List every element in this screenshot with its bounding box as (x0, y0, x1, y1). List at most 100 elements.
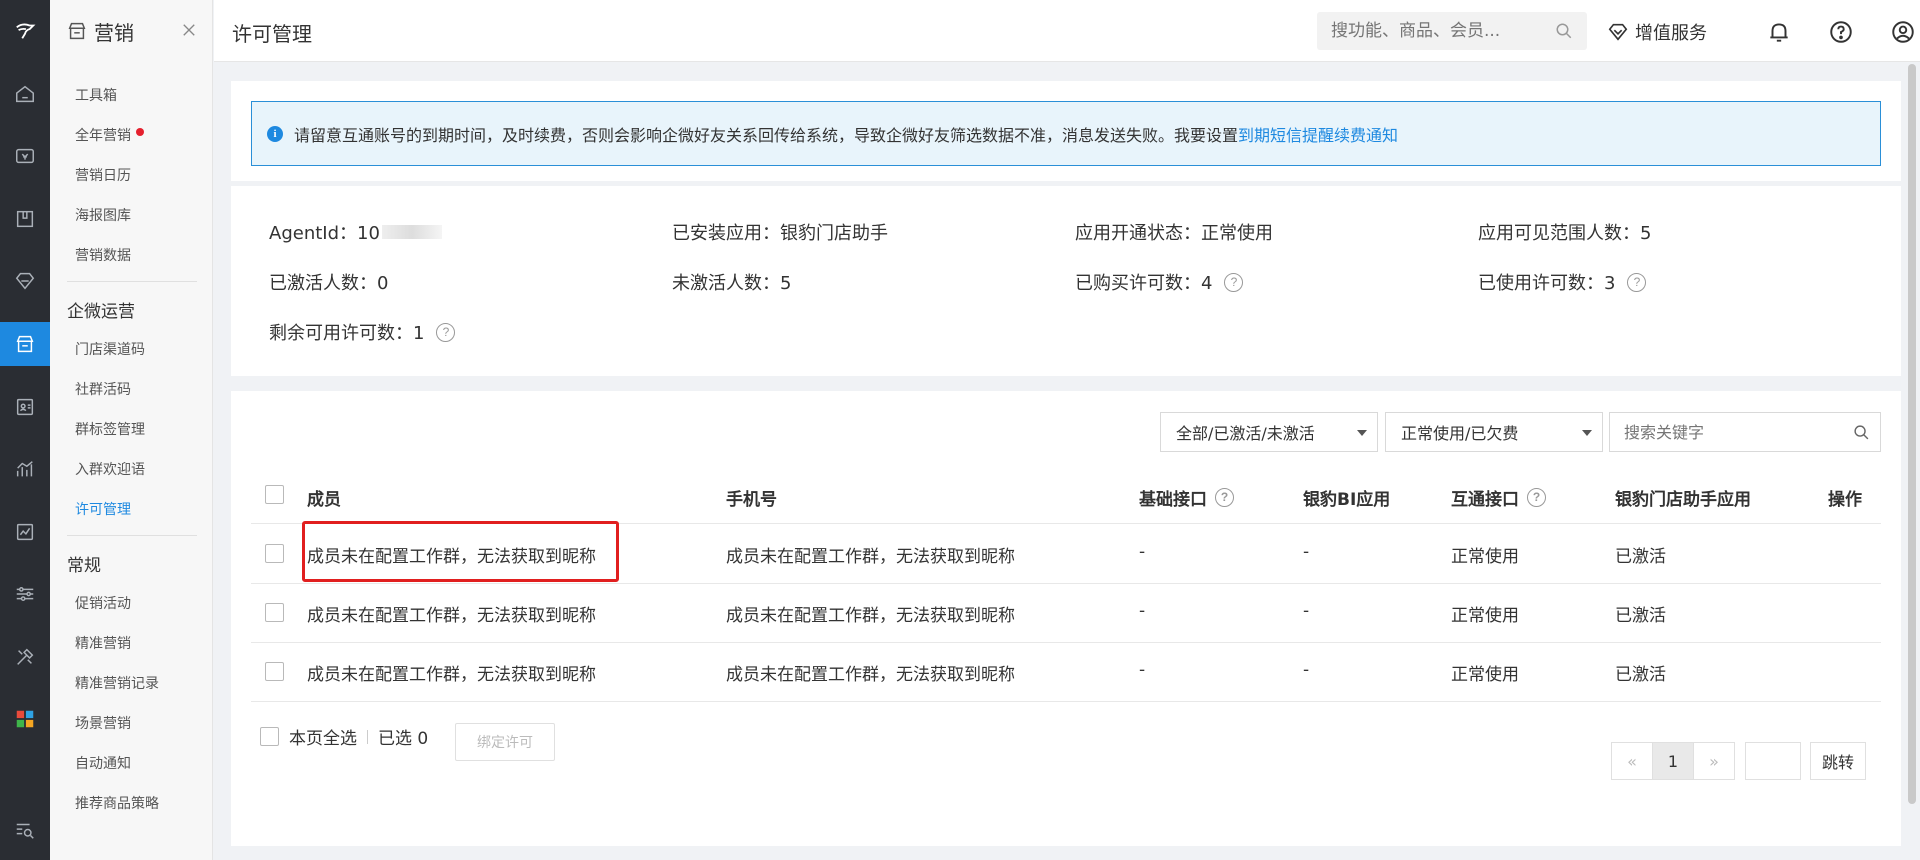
box-icon[interactable] (0, 197, 50, 241)
keyword-input[interactable] (1610, 413, 1840, 451)
keyword-search[interactable] (1609, 412, 1881, 452)
home-icon[interactable] (0, 72, 50, 116)
logo-icon[interactable] (0, 0, 50, 62)
remaining-license-text: 剩余可用许可数：1 (269, 323, 425, 344)
column-header-phone: 手机号 (726, 490, 777, 510)
prev-page-button[interactable]: « (1611, 742, 1653, 780)
bind-license-button[interactable]: 绑定许可 (455, 723, 555, 761)
redacted-mask (381, 225, 442, 239)
sidebar-item-recommend-strategy[interactable]: 推荐商品策略 (75, 793, 159, 813)
page-jump-input[interactable] (1745, 742, 1801, 780)
sidebar-item-store-channel-code[interactable]: 门店渠道码 (75, 339, 145, 359)
help-icon[interactable] (1828, 19, 1854, 45)
phone-cell: 成员未在配置工作群，无法获取到昵称 (726, 547, 1015, 567)
basic-api-cell: - (1139, 542, 1146, 562)
notice-text: 请留意互通账号的到期时间，及时续费，否则会影响企微好友关系回传给系统，导致企微好… (294, 125, 1239, 145)
column-header-basic-api: 基础接口? (1139, 485, 1234, 510)
question-icon[interactable]: ? (1627, 272, 1647, 292)
global-search[interactable] (1317, 12, 1587, 50)
phone-cell: 成员未在配置工作群，无法获取到昵称 (726, 665, 1015, 685)
remaining-license-field: 剩余可用许可数：1? (269, 319, 456, 345)
agent-id-text: AgentId：10 (269, 223, 380, 244)
page-button-1[interactable]: 1 (1652, 742, 1694, 780)
analytics-icon[interactable] (0, 447, 50, 491)
select-all-checkbox[interactable] (265, 485, 284, 504)
report-icon[interactable] (0, 510, 50, 554)
sidebar-item-label: 全年营销 (75, 128, 131, 144)
assistant-cell: 已激活 (1615, 606, 1666, 626)
section-heading-wecom: 企微运营 (67, 302, 135, 322)
user-icon[interactable] (1890, 19, 1916, 45)
divider (67, 535, 197, 536)
sidebar-item-marketing-calendar[interactable]: 营销日历 (75, 165, 131, 185)
activation-filter-select[interactable]: 全部/已激活/未激活 (1160, 412, 1378, 452)
question-icon[interactable]: ? (1224, 272, 1244, 292)
sidebar-item-annual-marketing[interactable]: 全年营销 (75, 125, 144, 145)
sidebar-item-welcome-message[interactable]: 入群欢迎语 (75, 459, 145, 479)
next-page-button[interactable]: » (1693, 742, 1735, 780)
sub-sidebar-title: 营销 (94, 20, 134, 45)
divider (367, 729, 368, 744)
question-icon[interactable]: ? (1215, 488, 1234, 507)
activation-filter-value: 全部/已激活/未激活 (1176, 424, 1315, 443)
member-cell: 成员未在配置工作群，无法获取到昵称 (307, 606, 596, 626)
apps-grid-icon[interactable] (0, 697, 50, 741)
visible-count-field: 应用可见范围人数：5 (1478, 223, 1652, 244)
row-checkbox[interactable] (265, 603, 284, 622)
store-icon (68, 22, 86, 40)
diamond-icon[interactable] (0, 259, 50, 303)
used-license-field: 已使用许可数：3? (1478, 269, 1647, 295)
wallet-icon[interactable] (0, 134, 50, 178)
select-page-label[interactable]: 本页全选 (289, 724, 357, 749)
sidebar-item-precise-marketing-records[interactable]: 精准营销记录 (75, 673, 159, 693)
notification-dot (136, 128, 144, 136)
phone-cell: 成员未在配置工作群，无法获取到昵称 (726, 606, 1015, 626)
assistant-cell: 已激活 (1615, 547, 1666, 567)
sidebar-item-group-live-code[interactable]: 社群活码 (75, 379, 131, 399)
renewal-reminder-link[interactable]: 到期短信提醒续费通知 (1238, 122, 1398, 146)
sidebar-item-poster-library[interactable]: 海报图库 (75, 205, 131, 225)
question-icon[interactable]: ? (436, 322, 456, 342)
license-info-card: AgentId：10 已安装应用：银豹门店助手 应用开通状态：正常使用 应用可见… (231, 186, 1901, 376)
jump-button[interactable]: 跳转 (1810, 742, 1866, 780)
not-activated-count-field: 未激活人数：5 (672, 273, 792, 294)
basic-api-cell: - (1139, 660, 1146, 680)
select-page-checkbox[interactable] (260, 727, 279, 746)
divider (251, 642, 1881, 643)
sidebar-item-marketing-data[interactable]: 营销数据 (75, 245, 131, 265)
highlight-box (302, 521, 619, 582)
close-icon[interactable] (180, 21, 198, 39)
question-icon[interactable]: ? (1527, 488, 1546, 507)
renewal-notice: i 请留意互通账号的到期时间，及时续费，否则会影响企微好友关系回传给系统，导致企… (251, 101, 1881, 166)
selected-count: 已选 0 (378, 729, 429, 749)
app-status-field: 应用开通状态：正常使用 (1075, 223, 1273, 244)
activated-count-field: 已激活人数：0 (269, 273, 389, 294)
contact-card-icon[interactable] (0, 385, 50, 429)
bell-icon[interactable] (1766, 19, 1792, 45)
scrollbar[interactable] (1908, 64, 1916, 804)
used-license-text: 已使用许可数：3 (1478, 273, 1616, 294)
basic-api-cell: - (1139, 601, 1146, 621)
sidebar-item-promotions[interactable]: 促销活动 (75, 593, 131, 613)
sidebar-item-scene-marketing[interactable]: 场景营销 (75, 713, 131, 733)
row-checkbox[interactable] (265, 662, 284, 681)
search-icon[interactable] (1853, 424, 1870, 441)
search-list-icon[interactable] (0, 808, 50, 852)
search-input[interactable] (1317, 12, 1537, 50)
status-filter-select[interactable]: 正常使用/已欠费 (1385, 412, 1603, 452)
sidebar-item-auto-notification[interactable]: 自动通知 (75, 753, 131, 773)
caret-down-icon (1357, 430, 1367, 436)
tools-icon[interactable] (0, 635, 50, 679)
purchased-license-text: 已购买许可数：4 (1075, 273, 1213, 294)
column-header-bi-app: 银豹BI应用 (1303, 490, 1391, 510)
store-icon[interactable] (0, 322, 50, 366)
value-added-label: 增值服务 (1635, 23, 1707, 44)
row-checkbox[interactable] (265, 544, 284, 563)
sidebar-item-precise-marketing[interactable]: 精准营销 (75, 633, 131, 653)
search-icon[interactable] (1555, 22, 1573, 40)
sidebar-item-license-management[interactable]: 许可管理 (75, 499, 131, 519)
sidebar-item-toolbox[interactable]: 工具箱 (75, 85, 117, 105)
value-added-service-button[interactable]: 增值服务 (1607, 19, 1707, 45)
sidebar-item-group-tags[interactable]: 群标签管理 (75, 419, 145, 439)
sliders-icon[interactable] (0, 572, 50, 616)
